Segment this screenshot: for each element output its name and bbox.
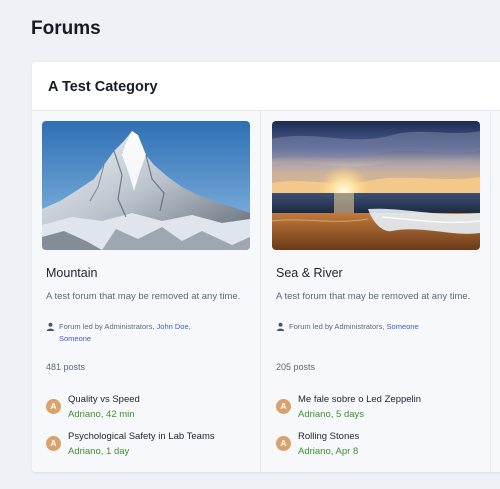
thread-time[interactable]: 1 day bbox=[106, 446, 129, 457]
thread-author[interactable]: Adriano bbox=[68, 409, 101, 420]
page-title: Forums bbox=[31, 18, 101, 39]
thread-time[interactable]: 42 min bbox=[106, 409, 135, 420]
mountain-image bbox=[42, 121, 250, 250]
thread-item[interactable]: A Me fale sobre o Led Zeppelin Adriano, … bbox=[276, 392, 481, 422]
category-header: A Test Category bbox=[32, 62, 500, 111]
forum-name[interactable]: Mountain bbox=[46, 266, 97, 280]
thread-author[interactable]: Adriano bbox=[298, 409, 331, 420]
forum-moderators: Forum led by Administrators, John Doe, So… bbox=[46, 321, 246, 345]
forum-name[interactable]: Sea & River bbox=[276, 266, 343, 280]
forum-moderators: Forum led by Administrators, Someone bbox=[276, 321, 476, 333]
forums-row: Mountain A test forum that may be remove… bbox=[32, 111, 500, 472]
thread-time[interactable]: Apr 8 bbox=[336, 446, 359, 457]
avatar[interactable]: A bbox=[276, 399, 291, 414]
thread-meta: Adriano, Apr 8 bbox=[298, 446, 358, 457]
avatar[interactable]: A bbox=[46, 399, 61, 414]
category-card: A Test Category Mountain A test forum th… bbox=[32, 62, 500, 472]
forum-description: A test forum that may be removed at any … bbox=[46, 291, 241, 302]
avatar[interactable]: A bbox=[276, 436, 291, 451]
thread-meta: Adriano, 42 min bbox=[68, 409, 135, 420]
person-icon bbox=[46, 322, 55, 331]
moderators-prefix: Forum led by Administrators, bbox=[289, 322, 387, 331]
thread-item[interactable]: A Psychological Safety in Lab Teams Adri… bbox=[46, 429, 251, 459]
thread-title[interactable]: Quality vs Speed bbox=[68, 394, 140, 405]
forum-description: A test forum that may be removed at any … bbox=[276, 291, 471, 302]
sea-sunset-image bbox=[272, 121, 480, 250]
post-count: 205 posts bbox=[276, 362, 316, 372]
thread-item[interactable]: A Quality vs Speed Adriano, 42 min bbox=[46, 392, 251, 422]
moderators-separator: , bbox=[188, 322, 191, 331]
thread-title[interactable]: Rolling Stones bbox=[298, 431, 359, 442]
thread-title[interactable]: Psychological Safety in Lab Teams bbox=[68, 431, 215, 442]
thread-meta: Adriano, 5 days bbox=[298, 409, 364, 420]
person-icon bbox=[276, 322, 285, 331]
thread-title[interactable]: Me fale sobre o Led Zeppelin bbox=[298, 394, 421, 405]
forum-image-sea-river[interactable] bbox=[272, 121, 480, 250]
forum-card-sea-river[interactable]: Sea & River A test forum that may be rem… bbox=[262, 111, 491, 472]
thread-meta: Adriano, 1 day bbox=[68, 446, 129, 457]
thread-author[interactable]: Adriano bbox=[298, 446, 331, 457]
moderator-link-john-doe[interactable]: John Doe bbox=[157, 322, 189, 331]
forum-image-mountain[interactable] bbox=[42, 121, 250, 250]
moderators-prefix: Forum led by Administrators, bbox=[59, 322, 157, 331]
moderator-link-someone[interactable]: Someone bbox=[387, 322, 419, 331]
moderator-link-someone[interactable]: Someone bbox=[59, 334, 91, 343]
thread-time[interactable]: 5 days bbox=[336, 409, 364, 420]
category-title[interactable]: A Test Category bbox=[48, 79, 158, 95]
avatar[interactable]: A bbox=[46, 436, 61, 451]
forum-card-mountain[interactable]: Mountain A test forum that may be remove… bbox=[32, 111, 261, 472]
thread-item[interactable]: A Rolling Stones Adriano, Apr 8 bbox=[276, 429, 481, 459]
post-count: 481 posts bbox=[46, 362, 86, 372]
thread-author[interactable]: Adriano bbox=[68, 446, 101, 457]
